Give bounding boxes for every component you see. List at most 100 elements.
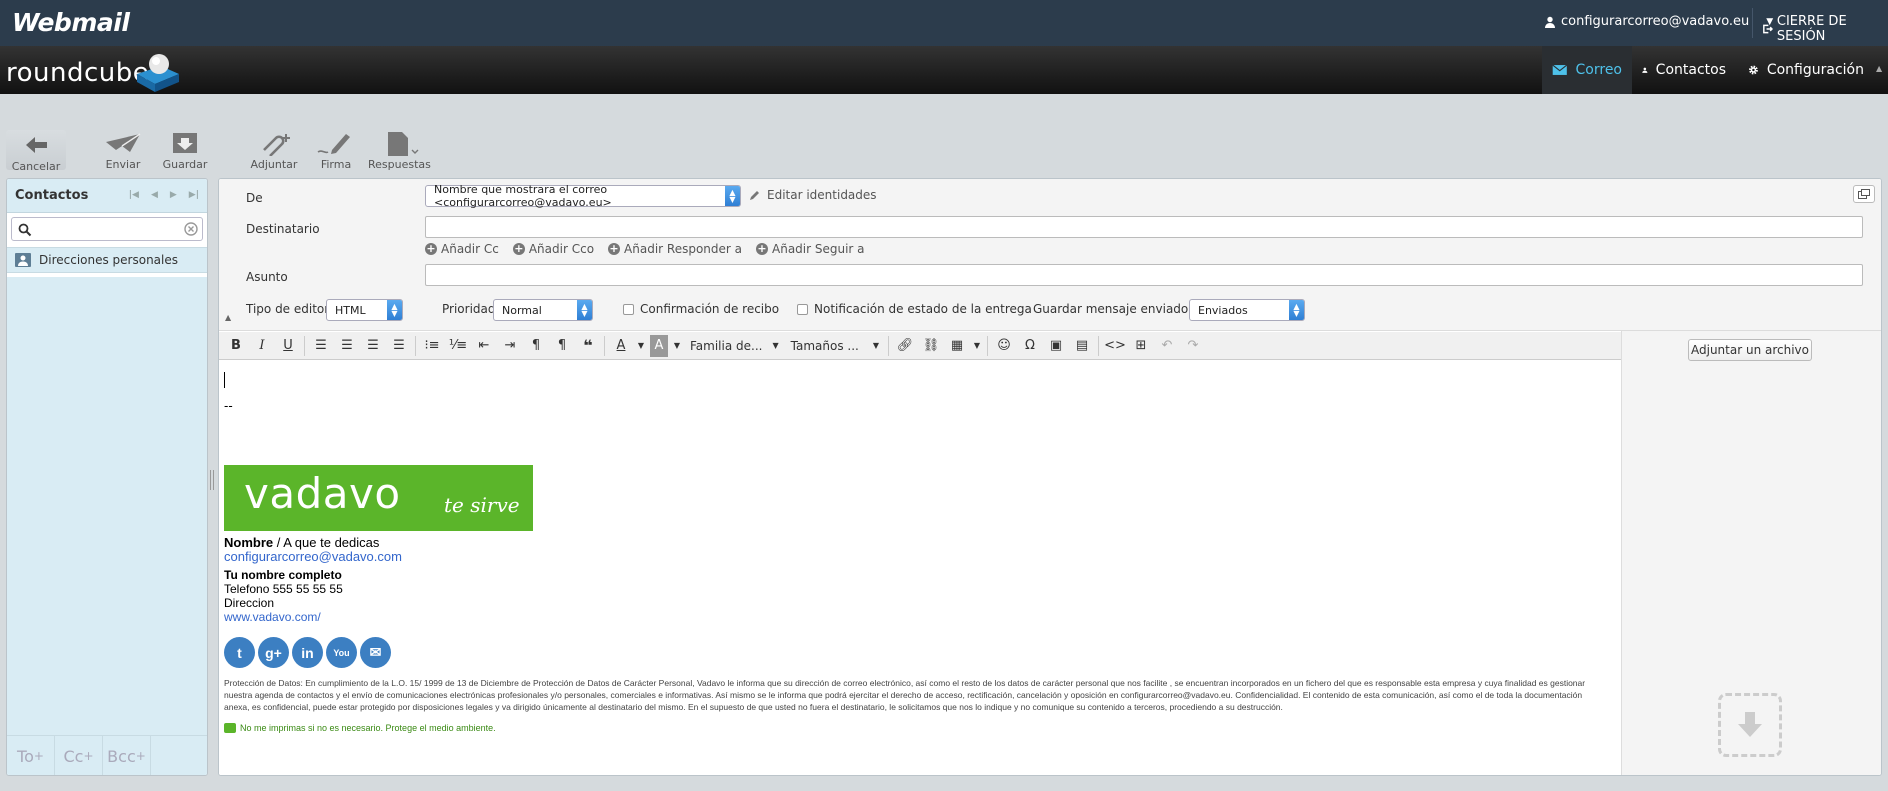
insert-bcc-button[interactable]: Bcc +: [103, 736, 151, 775]
dsn-checkbox[interactable]: [797, 304, 808, 315]
attachment-dropzone[interactable]: [1718, 693, 1782, 757]
undo-icon[interactable]: ↶: [1156, 335, 1178, 357]
numbered-list-icon[interactable]: ⅟≡: [447, 335, 469, 357]
signature-address: Direccion: [224, 596, 275, 610]
editor-toolbar: B I U ☰ ☰ ☰ ☰ ⁝≡ ⅟≡ ⇤ ⇥ ¶ ¶ ❝ A ▼ A ▼ Fa…: [219, 332, 1621, 360]
youtube-icon[interactable]: You: [326, 637, 357, 668]
google-plus-icon[interactable]: g+: [258, 637, 289, 668]
align-justify-icon[interactable]: ☰: [388, 335, 410, 357]
signature-phone: Telefono 555 55 55 55: [224, 582, 343, 596]
linkedin-icon[interactable]: in: [292, 637, 323, 668]
attach-label: Adjuntar: [250, 158, 298, 171]
italic-button[interactable]: I: [251, 335, 273, 357]
contacts-search-input[interactable]: [36, 220, 176, 238]
emoticons-icon[interactable]: ☺: [993, 335, 1015, 357]
pagination: |◀ ◀ ▶ ▶|: [129, 190, 199, 200]
contacts-list: [7, 277, 207, 737]
next-page-icon[interactable]: ▶: [170, 190, 177, 200]
user-menu[interactable]: configurarcorreo@vadavo.eu ▼: [1544, 14, 1773, 29]
signature-email-link[interactable]: configurarcorreo@vadavo.com: [224, 549, 402, 564]
font-family-dropdown[interactable]: Familia de... ▼: [684, 335, 785, 357]
insert-to-button[interactable]: To +: [7, 736, 55, 775]
underline-button[interactable]: U: [277, 335, 299, 357]
special-char-icon[interactable]: Ω: [1019, 335, 1041, 357]
popout-window-button[interactable]: [1853, 185, 1875, 203]
add-cc-link[interactable]: + Añadir Cc: [425, 242, 499, 256]
bullet-list-icon[interactable]: ⁝≡: [421, 335, 443, 357]
cancel-button[interactable]: Cancelar: [6, 130, 66, 173]
font-size-dropdown[interactable]: Tamaños ... ▼: [785, 335, 885, 357]
add-header-links: + Añadir Cc + Añadir Cco + Añadir Responder…: [425, 242, 865, 256]
text-color-icon[interactable]: A: [610, 335, 632, 357]
save-sent-label: Guardar mensaje enviado en: [1033, 302, 1208, 316]
to-input[interactable]: [425, 216, 1863, 238]
return-receipt-checkbox[interactable]: [623, 304, 634, 315]
logout-button[interactable]: CIERRE DE SESIÓN: [1762, 14, 1888, 44]
first-page-icon[interactable]: |◀: [129, 190, 139, 200]
priority-select[interactable]: Normal ▲ ▼: [493, 299, 593, 321]
contacts-panel-title: Contactos: [15, 188, 89, 203]
edit-identities-link[interactable]: Editar identidades: [749, 188, 877, 202]
background-color-icon[interactable]: A: [650, 334, 668, 357]
nav-contacts[interactable]: Contactos: [1632, 46, 1736, 94]
indent-icon[interactable]: ⇥: [499, 335, 521, 357]
image-icon[interactable]: ▣: [1045, 335, 1067, 357]
outdent-icon[interactable]: ⇤: [473, 335, 495, 357]
search-replace-icon[interactable]: ⊞: [1130, 335, 1152, 357]
chevron-down-icon[interactable]: ▼: [972, 335, 982, 357]
align-left-icon[interactable]: ☰: [310, 335, 332, 357]
chevron-down-icon[interactable]: ▼: [636, 335, 646, 357]
add-reply-to-link[interactable]: + Añadir Responder a: [608, 242, 742, 256]
source-code-icon[interactable]: <>: [1104, 335, 1126, 357]
address-book-icon: [15, 253, 31, 267]
paperclip-icon: [263, 134, 290, 156]
contacts-panel: Contactos |◀ ◀ ▶ ▶| Direcciones personal…: [6, 178, 208, 776]
chevron-down-icon[interactable]: ▼: [672, 335, 682, 357]
clear-search-icon[interactable]: [184, 222, 198, 236]
eco-note: No me imprimas si no es necesario. Prote…: [224, 723, 496, 733]
rtl-icon[interactable]: ¶: [551, 335, 573, 357]
prev-page-icon[interactable]: ◀: [151, 190, 158, 200]
unlink-icon[interactable]: ⛓︎: [920, 335, 942, 357]
signature-website-link[interactable]: www.vadavo.com/: [224, 610, 321, 624]
panel-splitter[interactable]: [210, 470, 214, 490]
email-icon[interactable]: ✉: [360, 637, 391, 668]
subject-input[interactable]: [425, 264, 1863, 286]
responses-button[interactable]: Respuestas: [368, 130, 431, 171]
return-receipt-option[interactable]: Confirmación de recibo: [623, 302, 779, 316]
gear-icon: [1748, 65, 1758, 75]
dsn-option[interactable]: Notificación de estado de la entrega: [797, 302, 1032, 316]
header-scroll-arrow[interactable]: ▲: [1876, 64, 1882, 73]
app-header: roundcube Correo Contactos Configuración…: [0, 46, 1888, 94]
redo-icon[interactable]: ↷: [1182, 335, 1204, 357]
bold-button[interactable]: B: [225, 335, 247, 357]
editor-type-select[interactable]: HTML ▲ ▼: [326, 299, 403, 321]
leaf-icon: [224, 723, 236, 733]
table-icon[interactable]: ▦: [946, 335, 968, 357]
address-book-personal[interactable]: Direcciones personales: [7, 247, 207, 273]
send-button[interactable]: Enviar: [93, 130, 153, 171]
contacts-search[interactable]: [11, 217, 203, 241]
add-followup-to-link[interactable]: + Añadir Seguir a: [756, 242, 865, 256]
last-page-icon[interactable]: ▶|: [189, 190, 199, 200]
nav-settings[interactable]: Configuración: [1738, 46, 1874, 94]
ltr-icon[interactable]: ¶: [525, 335, 547, 357]
plus-circle-icon: +: [425, 242, 437, 255]
attach-file-button[interactable]: Adjuntar un archivo: [1688, 339, 1812, 361]
add-bcc-link[interactable]: + Añadir Cco: [512, 242, 594, 256]
attach-button[interactable]: Adjuntar: [244, 130, 304, 171]
align-right-icon[interactable]: ☰: [362, 335, 384, 357]
from-select[interactable]: Nombre que mostrara el correo <configura…: [425, 183, 741, 209]
align-center-icon[interactable]: ☰: [336, 335, 358, 357]
save-sent-select[interactable]: Enviados ▲ ▼: [1189, 299, 1305, 321]
nav-mail[interactable]: Correo: [1542, 46, 1632, 94]
twitter-icon[interactable]: t: [224, 637, 255, 668]
media-icon[interactable]: ▤: [1071, 335, 1093, 357]
save-button[interactable]: Guardar: [155, 130, 215, 171]
message-body-editor[interactable]: -- vadavo te sirve Nombre / A que te ded…: [219, 361, 1621, 775]
signature-pen-icon: [317, 134, 350, 154]
blockquote-icon[interactable]: ❝: [577, 335, 599, 357]
signature-button[interactable]: Firma: [306, 130, 366, 171]
link-icon[interactable]: 🔗︎: [894, 335, 916, 357]
insert-cc-button[interactable]: Cc +: [55, 736, 103, 775]
